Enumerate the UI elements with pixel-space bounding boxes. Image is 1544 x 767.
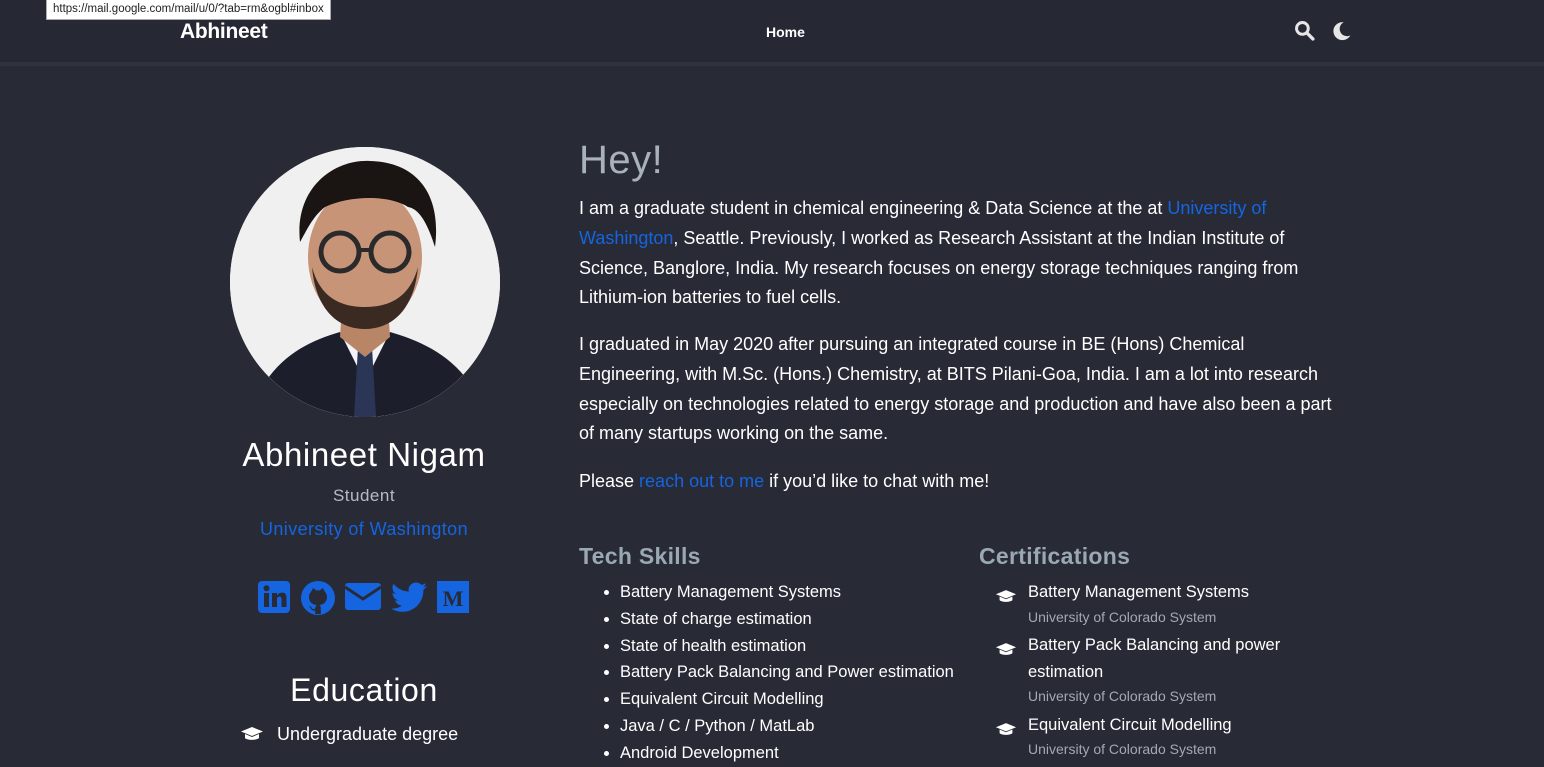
profile-organization-link[interactable]: University of Washington: [0, 519, 728, 540]
list-item: Battery Management Systems: [620, 579, 954, 606]
intro-heading: Hey!: [579, 138, 664, 182]
intro-p3-text: Please: [579, 471, 640, 491]
certification-issuer: University of Colorado System: [1028, 609, 1217, 625]
github-icon[interactable]: [300, 580, 336, 621]
graduation-cap-icon: [240, 726, 264, 747]
intro-paragraph-1: I am a graduate student in chemical engi…: [579, 194, 1349, 313]
list-item: State of health estimation: [620, 633, 954, 660]
intro-paragraph-2: I graduated in May 2020 after pursuing a…: [579, 334, 1332, 444]
contact-link[interactable]: reach out to me: [639, 471, 764, 491]
intro-paragraph-3: Please reach out to me if you’d like to …: [579, 467, 1349, 497]
list-item: Battery Pack Balancing and Power estimat…: [620, 659, 954, 686]
list-item: Equivalent Circuit Modelling: [620, 686, 954, 713]
certification-issuer: University of Colorado System: [1028, 688, 1217, 704]
list-item: Java / C / Python / MatLab: [620, 713, 954, 740]
tech-skills-heading: Tech Skills: [579, 543, 701, 569]
email-icon[interactable]: [344, 580, 382, 617]
intro-p1-text: I am a graduate student in chemical engi…: [579, 198, 1168, 218]
graduation-cap-icon: [995, 642, 1017, 662]
moon-icon[interactable]: [1330, 20, 1352, 47]
site-brand[interactable]: Abhineet: [180, 20, 268, 44]
certification-issuer: University of Colorado System: [1028, 741, 1217, 757]
nav-home-link[interactable]: Home: [766, 24, 805, 40]
certification-title: Battery Management Systems: [1028, 583, 1250, 601]
linkedin-icon[interactable]: [258, 580, 292, 619]
certifications-heading: Certifications: [979, 543, 1131, 569]
svg-text:M: M: [443, 586, 464, 611]
intro-p3-text-end: if you’d like to chat with me!: [764, 471, 990, 491]
twitter-icon[interactable]: [391, 580, 429, 619]
certification-title: Battery Pack Balancing and power estimat…: [1028, 636, 1281, 681]
tech-skills-list: Battery Management Systems State of char…: [602, 579, 954, 767]
list-item: Android Development: [620, 740, 954, 767]
profile-avatar: [230, 147, 500, 417]
education-degree: Undergraduate degree: [277, 724, 459, 744]
medium-icon[interactable]: M: [437, 580, 471, 619]
intro-p1-text-end: , Seattle. Previously, I worked as Resea…: [579, 227, 1299, 308]
list-item: State of charge estimation: [620, 606, 954, 633]
certification-title: Equivalent Circuit Modelling: [1028, 716, 1232, 734]
search-icon[interactable]: [1294, 20, 1315, 46]
graduation-cap-icon: [995, 722, 1017, 742]
graduation-cap-icon: [995, 589, 1017, 609]
link-status-tooltip: https://mail.google.com/mail/u/0/?tab=rm…: [46, 0, 331, 20]
